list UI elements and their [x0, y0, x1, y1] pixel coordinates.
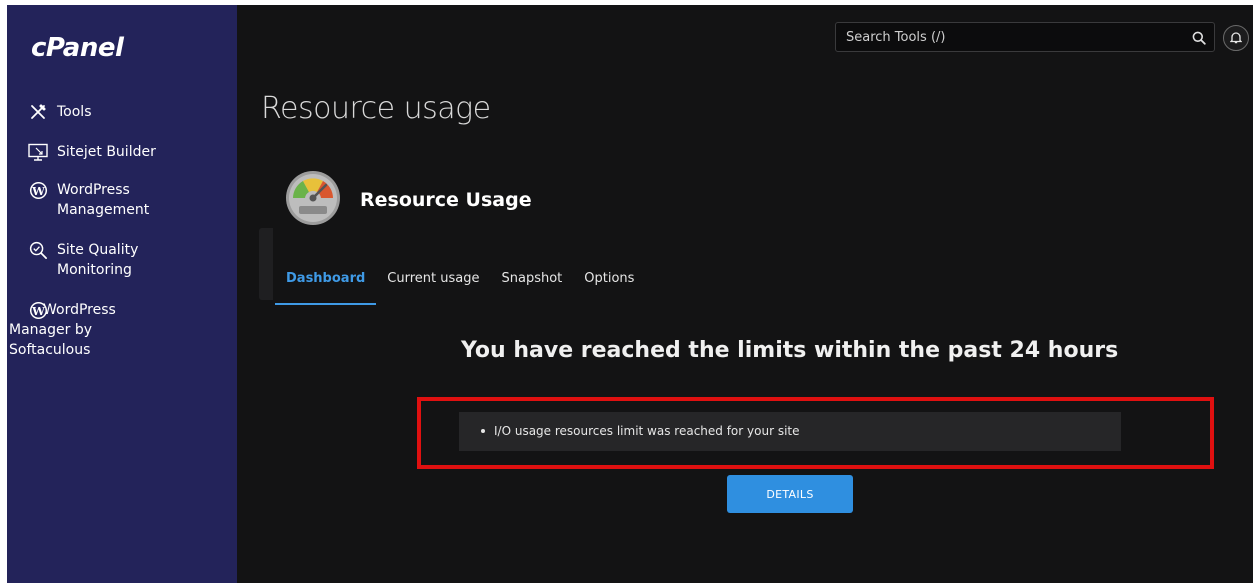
svg-text:W: W — [31, 183, 45, 197]
tools-icon — [27, 102, 49, 122]
cpanel-logo[interactable]: cPanel — [31, 33, 124, 63]
sidebar-item-label: WordPress Management — [57, 182, 150, 218]
sidebar-item-site-quality-monitoring[interactable]: Site Quality Monitoring — [27, 240, 138, 280]
limits-heading: You have reached the limits within the p… — [461, 338, 1119, 363]
wordpress-icon: W — [27, 180, 49, 200]
sidebar-item-wordpress-manager-softaculous[interactable]: W WordPress Manager by Softaculous — [7, 300, 197, 360]
details-button[interactable]: DETAILS — [727, 475, 853, 513]
app-title: Resource Usage — [360, 189, 532, 211]
sidebar-item-tools[interactable]: Tools — [27, 102, 92, 122]
tab-current-usage[interactable]: Current usage — [376, 267, 490, 315]
sidebar-item-label: Site Quality Monitoring — [57, 242, 139, 278]
magnifier-check-icon — [27, 240, 49, 260]
search-box — [835, 22, 1215, 52]
search-input[interactable] — [836, 23, 1176, 51]
page-title: Resource usage — [261, 91, 491, 126]
alert-text: I/O usage resources limit was reached fo… — [494, 424, 800, 438]
tab-options[interactable]: Options — [573, 267, 645, 315]
gauge-icon — [285, 170, 341, 226]
search-icon[interactable] — [1192, 30, 1206, 45]
sidebar: cPanel Tools Sitejet Builder W WordPress… — [7, 5, 237, 583]
panel-edge — [259, 228, 273, 300]
sidebar-item-sitejet-builder[interactable]: Sitejet Builder — [27, 142, 156, 162]
sidebar-item-label: Tools — [57, 104, 92, 120]
alert-list-item: I/O usage resources limit was reached fo… — [459, 412, 1121, 451]
wordpress-icon: W — [27, 300, 49, 320]
sidebar-item-label: Sitejet Builder — [57, 144, 156, 160]
tab-bar: Dashboard Current usage Snapshot Options — [275, 267, 645, 315]
tab-dashboard[interactable]: Dashboard — [275, 267, 377, 315]
app-window: cPanel Tools Sitejet Builder W WordPress… — [7, 5, 1253, 583]
sidebar-item-wordpress-management[interactable]: W WordPress Management — [27, 180, 149, 220]
bell-icon — [1229, 29, 1243, 48]
monitor-icon — [27, 142, 49, 162]
notifications-button[interactable] — [1223, 25, 1249, 51]
tab-snapshot[interactable]: Snapshot — [490, 267, 573, 315]
svg-text:W: W — [31, 303, 45, 317]
bullet — [481, 428, 485, 433]
